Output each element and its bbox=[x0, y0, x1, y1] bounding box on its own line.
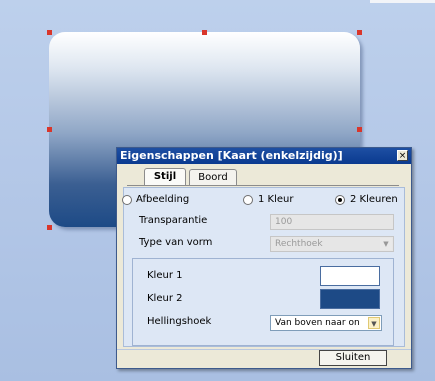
transparency-label: Transparantie bbox=[139, 215, 208, 226]
radio-afbeelding[interactable] bbox=[122, 195, 132, 205]
selection-handle-top-left[interactable] bbox=[47, 30, 52, 35]
selection-handle-bottom-left[interactable] bbox=[47, 225, 52, 230]
selection-handle-middle-left[interactable] bbox=[47, 127, 52, 132]
angle-dropdown[interactable]: Van boven naar on ▼ bbox=[270, 315, 382, 331]
selection-handle-middle-right[interactable] bbox=[357, 127, 362, 132]
radio-1-kleur-label[interactable]: 1 Kleur bbox=[258, 194, 293, 205]
color2-label: Kleur 2 bbox=[147, 293, 183, 304]
shape-type-label: Type van vorm bbox=[139, 237, 213, 248]
chevron-down-icon[interactable]: ▼ bbox=[368, 317, 380, 329]
color2-swatch[interactable] bbox=[320, 289, 380, 309]
tab-strip-line bbox=[127, 185, 399, 186]
shape-type-value: Rechthoek bbox=[275, 239, 323, 249]
color1-label: Kleur 1 bbox=[147, 270, 183, 281]
tab-stijl[interactable]: Stijl bbox=[144, 168, 186, 186]
radio-2-kleuren-label[interactable]: 2 Kleuren bbox=[350, 194, 398, 205]
dialog-close-button[interactable]: × bbox=[397, 150, 408, 161]
dialog-titlebar[interactable]: Eigenschappen [Kaart (enkelzijdig)] × bbox=[117, 148, 411, 164]
radio-2-kleuren[interactable] bbox=[335, 195, 345, 205]
angle-value: Van boven naar on bbox=[275, 318, 360, 328]
shape-type-dropdown[interactable]: Rechthoek ▼ bbox=[270, 236, 394, 252]
close-dialog-button[interactable]: Sluiten bbox=[319, 350, 387, 366]
transparency-input[interactable]: 100 bbox=[270, 214, 394, 230]
selection-handle-top-right[interactable] bbox=[357, 30, 362, 35]
tab-boord[interactable]: Boord bbox=[189, 169, 237, 186]
radio-afbeelding-label[interactable]: Afbeelding bbox=[136, 194, 189, 205]
angle-label: Hellingshoek bbox=[147, 316, 212, 327]
dialog-title: Eigenschappen [Kaart (enkelzijdig)] bbox=[120, 149, 343, 162]
canvas-top-edge bbox=[370, 0, 435, 3]
selection-handle-top-middle[interactable] bbox=[202, 30, 207, 35]
chevron-down-icon[interactable]: ▼ bbox=[380, 238, 392, 250]
color1-swatch[interactable] bbox=[320, 266, 380, 286]
radio-1-kleur[interactable] bbox=[243, 195, 253, 205]
